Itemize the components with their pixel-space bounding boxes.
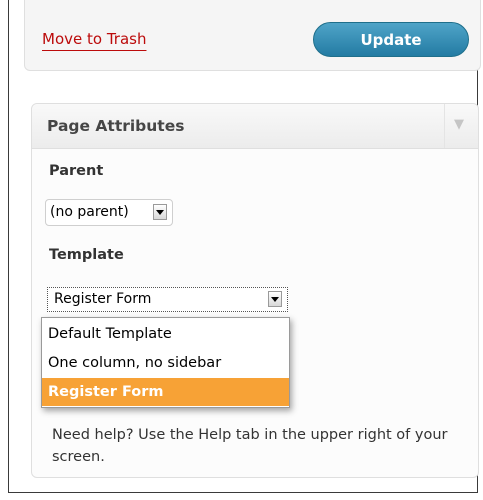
move-to-trash-link[interactable]: Move to Trash: [42, 30, 146, 48]
dropdown-option-register-form[interactable]: Register Form: [42, 378, 289, 406]
page-attributes-header[interactable]: Page Attributes ▼: [32, 104, 478, 149]
dropdown-option-default-template[interactable]: Default Template: [42, 320, 289, 348]
chevron-down-icon: [153, 204, 167, 220]
page-attributes-title: Page Attributes: [47, 117, 185, 135]
update-button[interactable]: Update: [313, 22, 469, 57]
triangle-down-icon[interactable]: ▼: [454, 117, 464, 132]
chevron-down-icon: [268, 291, 282, 307]
help-text: Need help? Use the Help tab in the upper…: [52, 427, 448, 465]
template-select[interactable]: Register Form: [47, 287, 288, 312]
template-dropdown-list: Default Template One column, no sidebar …: [41, 317, 290, 408]
parent-label: Parent: [49, 163, 104, 179]
page-attributes-box: Page Attributes ▼ Parent (no parent) Tem…: [31, 103, 479, 478]
parent-select-value: (no parent): [50, 204, 129, 220]
dropdown-option-one-column[interactable]: One column, no sidebar: [42, 349, 289, 377]
template-select-value: Register Form: [54, 291, 152, 307]
header-divider: [444, 104, 445, 148]
parent-select[interactable]: (no parent): [45, 199, 173, 226]
template-label: Template: [49, 247, 124, 263]
